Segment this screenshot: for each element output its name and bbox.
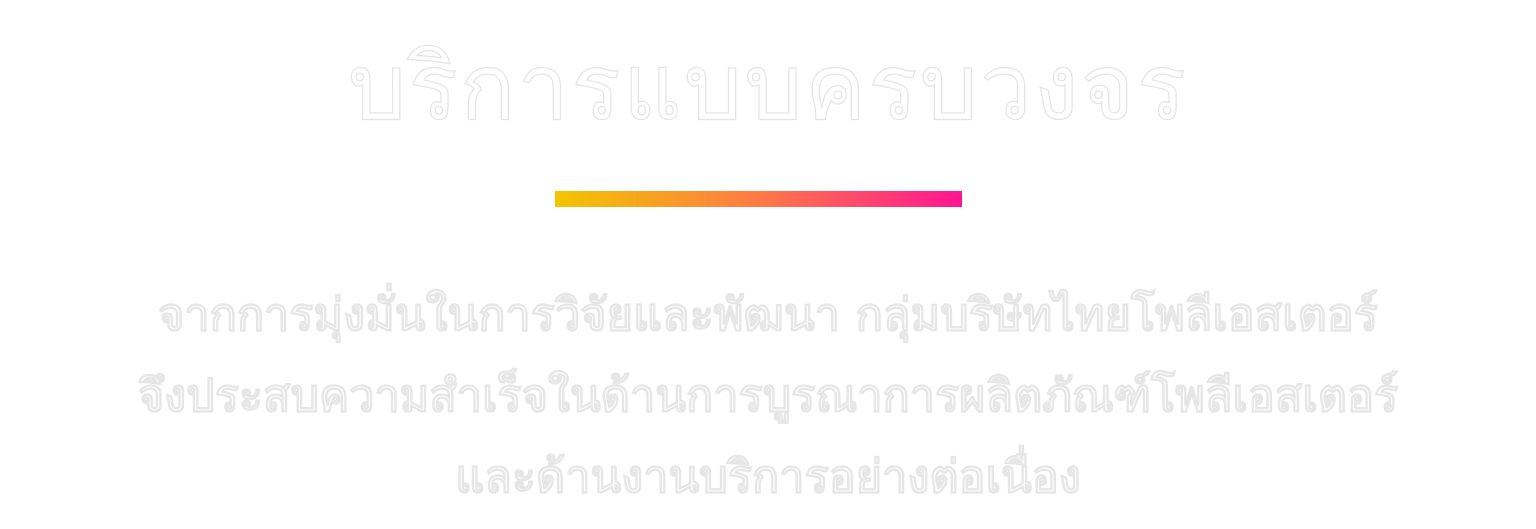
description-line-2: จึงประสบความสำเร็จในด้านการบูรณาการผลิตภ… — [137, 369, 1399, 423]
description-line-3: และด้านงานบริการอย่างต่อเนื่อง — [455, 450, 1081, 504]
description: จากการมุ่งมั่นในการวิจัยและพัฒนา กลุ่มบร… — [0, 274, 1536, 517]
page: บริการแบบครบวงจร จากการมุ่งมั่นในการวิจั… — [0, 0, 1536, 529]
divider-bar — [555, 191, 962, 207]
page-title: บริการแบบครบวงจร — [347, 33, 1188, 141]
description-line-1: จากการมุ่งมั่นในการวิจัยและพัฒนา กลุ่มบร… — [157, 288, 1379, 342]
gradient-divider — [555, 191, 962, 207]
